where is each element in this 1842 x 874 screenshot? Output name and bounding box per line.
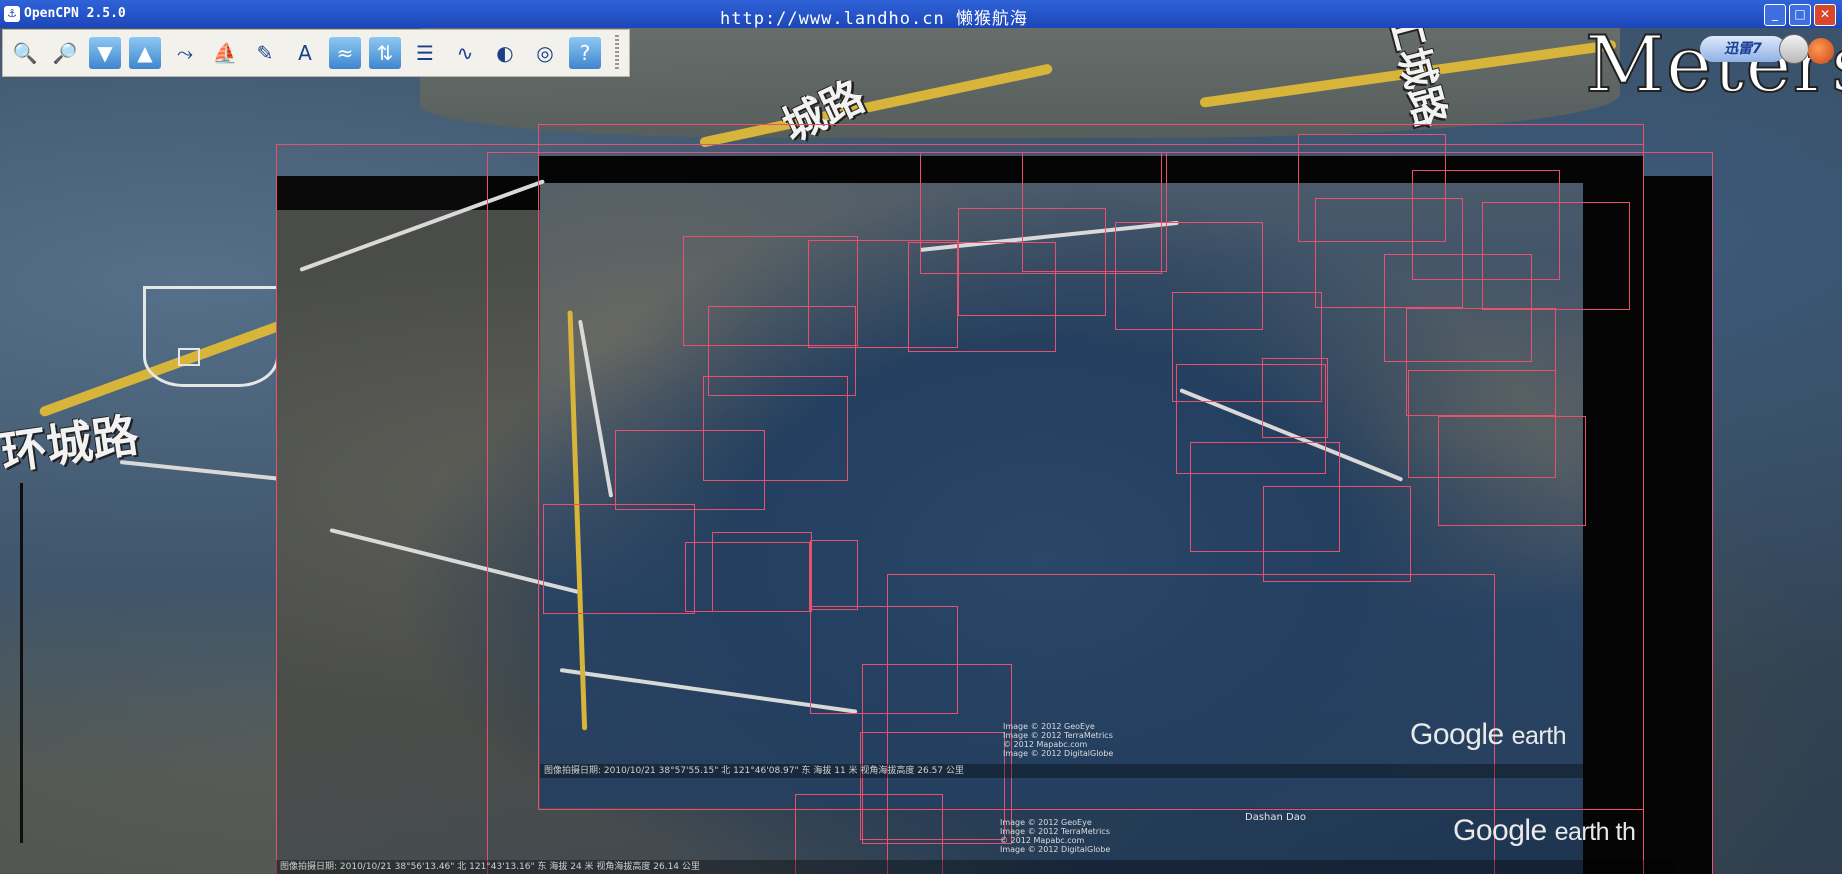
chart-outline xyxy=(712,532,812,612)
image-credits: Image © 2012 GeoEye Image © 2012 TerraMe… xyxy=(1000,818,1111,854)
scale-in-icon[interactable]: ▼ xyxy=(89,37,121,69)
chart-edge-line xyxy=(20,483,23,843)
toolbar-grip[interactable] xyxy=(615,35,619,71)
route-manager-icon[interactable]: ☰ xyxy=(409,37,441,69)
logo-suffix: earth th xyxy=(1554,818,1636,846)
google-earth-logo: Google earth xyxy=(1410,718,1567,752)
color-scheme-icon[interactable]: ◐ xyxy=(489,37,521,69)
zoom-in-icon[interactable]: 🔍 xyxy=(9,37,41,69)
current-icon[interactable]: ≈ xyxy=(329,37,361,69)
text-icon[interactable]: A xyxy=(289,37,321,69)
units-overlay-label: Meters xyxy=(1584,19,1842,111)
opencpn-app-icon[interactable]: ⚓ xyxy=(4,6,20,22)
chart-boundary xyxy=(143,286,279,387)
window-title: OpenCPN 2.5.0 xyxy=(24,6,126,21)
island-label: Dashan Dao xyxy=(1245,812,1306,823)
thunder-badge[interactable]: 迅雷7 xyxy=(1700,36,1786,62)
chart-outline xyxy=(1262,358,1328,438)
auto-follow-icon[interactable]: ⛵ xyxy=(209,37,241,69)
title-banner: http://www.landho.cn 懒猴航海 xyxy=(720,9,1028,29)
tide-icon[interactable]: ⇅ xyxy=(369,37,401,69)
google-earth-logo: Google earth th xyxy=(1453,814,1636,848)
settings-icon[interactable]: ✎ xyxy=(249,37,281,69)
logo-suffix: earth xyxy=(1511,722,1567,750)
main-toolbar: 🔍 🔎 ▼ ▲ ⤳ ⛵ ✎ A ≈ ⇅ ☰ ∿ ◐ ◎ ? xyxy=(2,29,630,77)
chart-canvas[interactable]: 城路 环城路 工城路 Dashan Dao Google earth Googl… xyxy=(0,28,1842,874)
mob-icon[interactable]: ◎ xyxy=(529,37,561,69)
help-icon[interactable]: ? xyxy=(569,37,601,69)
anchorage-icon xyxy=(178,348,200,366)
logo-word: Google xyxy=(1453,814,1547,847)
route-icon[interactable]: ⤳ xyxy=(169,37,201,69)
place-label: 环城路 xyxy=(0,407,142,481)
chart-outline xyxy=(543,504,695,614)
chart-outline xyxy=(810,540,858,610)
chart-outline xyxy=(615,430,765,510)
logo-word: Google xyxy=(1410,718,1504,751)
chart-outline xyxy=(1022,152,1167,272)
zoom-out-icon[interactable]: 🔎 xyxy=(49,37,81,69)
status-indicator-icon xyxy=(1808,38,1834,64)
track-icon[interactable]: ∿ xyxy=(449,37,481,69)
title-bar: ⚓ OpenCPN 2.5.0 http://www.landho.cn 懒猴航… xyxy=(0,0,1842,29)
road xyxy=(119,460,280,481)
chart-outline xyxy=(1263,486,1411,582)
google-earth-status-bar: 图像拍摄日期: 2010/10/21 38°56'13.46" 北 121°43… xyxy=(276,860,1675,874)
image-credits: Image © 2012 GeoEye Image © 2012 TerraMe… xyxy=(1003,722,1114,758)
google-earth-status-bar: 图像拍摄日期: 2010/10/21 38°57'55.15" 北 121°46… xyxy=(540,764,1584,778)
compass-icon[interactable] xyxy=(1779,34,1809,64)
scale-out-icon[interactable]: ▲ xyxy=(129,37,161,69)
chart-outline xyxy=(1438,416,1586,526)
